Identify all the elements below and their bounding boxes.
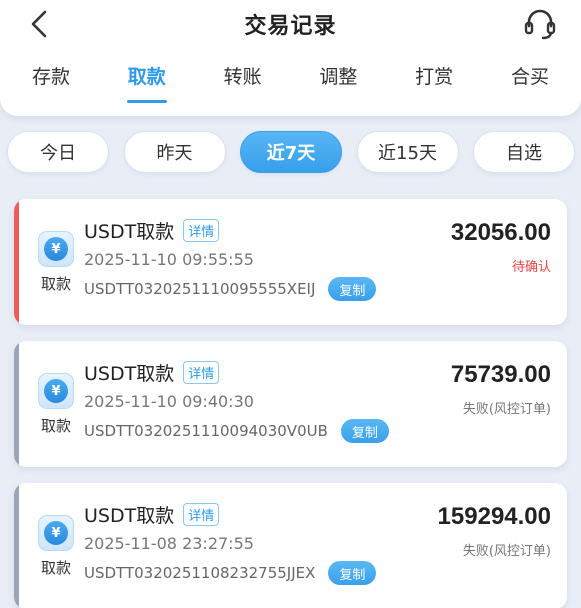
filter-today[interactable]: 今日 xyxy=(7,131,109,173)
headset-icon xyxy=(524,9,556,40)
order-number: USDTT0320251110095555XEIJ xyxy=(84,280,316,298)
record-time: 2025-11-08 23:27:55 xyxy=(84,534,254,553)
record-title: USDT取款 xyxy=(84,505,175,527)
transaction-type-tabs: 存款 取款 转账 调整 打赏 合买 xyxy=(0,62,581,103)
record-card[interactable]: ¥ 取款 USDT取款 详情 2025-11-08 23:27:55 USDTT… xyxy=(14,483,567,608)
usdt-coin-icon: ¥ xyxy=(38,231,74,267)
copy-button[interactable]: 复制 xyxy=(328,277,377,301)
detail-button[interactable]: 详情 xyxy=(183,361,220,384)
record-status: 失败(风控订单) xyxy=(462,402,551,417)
withdraw-type: ¥ 取款 xyxy=(36,231,76,294)
tab-group-buy[interactable]: 合买 xyxy=(505,62,555,98)
order-row: USDTT0320251108232755JJEX 复制 xyxy=(84,561,377,585)
tab-deposit[interactable]: 存款 xyxy=(26,62,76,98)
status-stripe xyxy=(14,199,19,325)
withdraw-type: ¥ 取款 xyxy=(36,515,76,578)
withdraw-type: ¥ 取款 xyxy=(36,373,76,436)
order-number: USDTT0320251110094030V0UB xyxy=(84,422,328,440)
copy-button[interactable]: 复制 xyxy=(328,561,377,585)
record-amount: 32056.00 xyxy=(450,219,551,246)
order-number: USDTT0320251108232755JJEX xyxy=(84,564,316,582)
usdt-coin-icon: ¥ xyxy=(38,373,74,409)
filter-custom[interactable]: 自选 xyxy=(473,131,575,173)
order-row: USDTT0320251110095555XEIJ 复制 xyxy=(84,277,377,301)
customer-service-button[interactable] xyxy=(521,6,559,42)
tab-tip[interactable]: 打赏 xyxy=(409,62,459,98)
detail-button[interactable]: 详情 xyxy=(183,219,220,242)
record-card[interactable]: ¥ 取款 USDT取款 详情 2025-11-10 09:40:30 USDTT… xyxy=(14,341,567,467)
record-title-row: USDT取款 详情 xyxy=(84,501,220,528)
header-panel: 交易记录 存款 取款 转账 调整 打赏 合买 xyxy=(0,0,581,116)
record-title: USDT取款 xyxy=(84,363,175,385)
status-stripe xyxy=(14,483,19,608)
type-label: 取款 xyxy=(40,559,71,577)
record-status: 失败(风控订单) xyxy=(462,544,551,559)
copy-button[interactable]: 复制 xyxy=(340,419,389,443)
record-time: 2025-11-10 09:55:55 xyxy=(84,250,254,269)
record-amount: 75739.00 xyxy=(450,361,551,388)
tab-adjust[interactable]: 调整 xyxy=(313,62,363,98)
filter-last-15-days[interactable]: 近15天 xyxy=(356,131,459,173)
record-title-row: USDT取款 详情 xyxy=(84,217,220,244)
order-row: USDTT0320251110094030V0UB 复制 xyxy=(84,419,389,443)
record-time: 2025-11-10 09:40:30 xyxy=(84,392,254,411)
record-title: USDT取款 xyxy=(84,221,175,243)
record-status: 待确认 xyxy=(511,260,551,275)
tab-transfer[interactable]: 转账 xyxy=(218,62,268,98)
type-label: 取款 xyxy=(40,275,71,293)
filter-yesterday[interactable]: 昨天 xyxy=(123,131,226,173)
tab-withdraw[interactable]: 取款 xyxy=(122,62,172,103)
detail-button[interactable]: 详情 xyxy=(183,503,220,526)
record-card[interactable]: ¥ 取款 USDT取款 详情 2025-11-10 09:55:55 USDTT… xyxy=(14,199,567,325)
record-amount: 159294.00 xyxy=(437,503,551,530)
filter-last-7-days[interactable]: 近7天 xyxy=(240,131,342,173)
usdt-coin-icon: ¥ xyxy=(38,515,74,551)
type-label: 取款 xyxy=(40,417,71,435)
page-title: 交易记录 xyxy=(244,14,337,39)
record-list: ¥ 取款 USDT取款 详情 2025-11-10 09:55:55 USDTT… xyxy=(14,199,569,608)
date-filter-bar: 今日 昨天 近7天 近15天 自选 xyxy=(7,131,575,175)
status-stripe xyxy=(14,341,19,467)
record-title-row: USDT取款 详情 xyxy=(84,359,220,386)
